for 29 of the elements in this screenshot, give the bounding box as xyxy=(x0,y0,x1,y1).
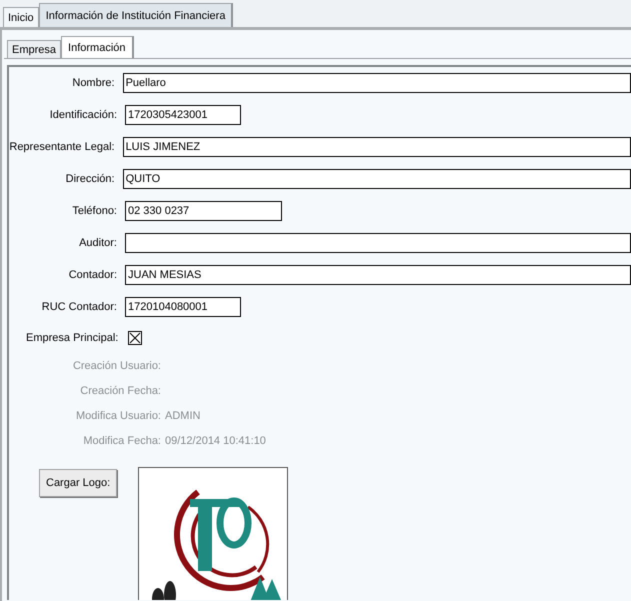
field-label: Teléfono: xyxy=(71,205,118,217)
upload-logo-button[interactable]: Cargar Logo: xyxy=(39,469,118,497)
field-label: Nombre: xyxy=(71,77,116,89)
field-label: Contador: xyxy=(68,269,118,281)
checkbox-label: Empresa Principal: xyxy=(26,332,120,344)
audit-label: Modifica Fecha: xyxy=(82,434,162,446)
audit-value: 09/12/2014 10:41:10 xyxy=(165,434,266,446)
input-field[interactable]: QUITO xyxy=(122,169,631,189)
input-field[interactable]: JUAN MESIAS xyxy=(125,265,631,285)
input-field[interactable]: 02 330 0237 xyxy=(125,201,282,221)
checkbox[interactable] xyxy=(128,331,142,345)
tab[interactable]: Información xyxy=(61,36,134,58)
input-field[interactable]: Puellaro xyxy=(122,73,631,93)
audit-label: Creación Usuario: xyxy=(72,360,162,372)
tab[interactable]: Empresa xyxy=(7,40,62,58)
input-field[interactable]: LUIS JIMENEZ xyxy=(122,137,631,157)
input-field[interactable] xyxy=(125,233,631,253)
audit-label: Modifica Usuario: xyxy=(75,410,162,422)
field-label: Dirección: xyxy=(64,173,116,185)
field-label: Representante Legal: xyxy=(9,141,116,153)
tab[interactable]: Inicio xyxy=(3,7,39,27)
field-label: RUC Contador: xyxy=(40,301,118,313)
field-label: Auditor: xyxy=(78,237,118,249)
audit-label: Creación Fecha: xyxy=(79,384,162,396)
input-field[interactable]: 1720305423001 xyxy=(125,105,241,125)
input-field[interactable]: 1720104080001 xyxy=(125,297,241,317)
tab[interactable]: Información de Institución Financiera xyxy=(38,3,234,27)
field-label: Identificación: xyxy=(48,109,118,121)
audit-value: ADMIN xyxy=(165,410,200,422)
